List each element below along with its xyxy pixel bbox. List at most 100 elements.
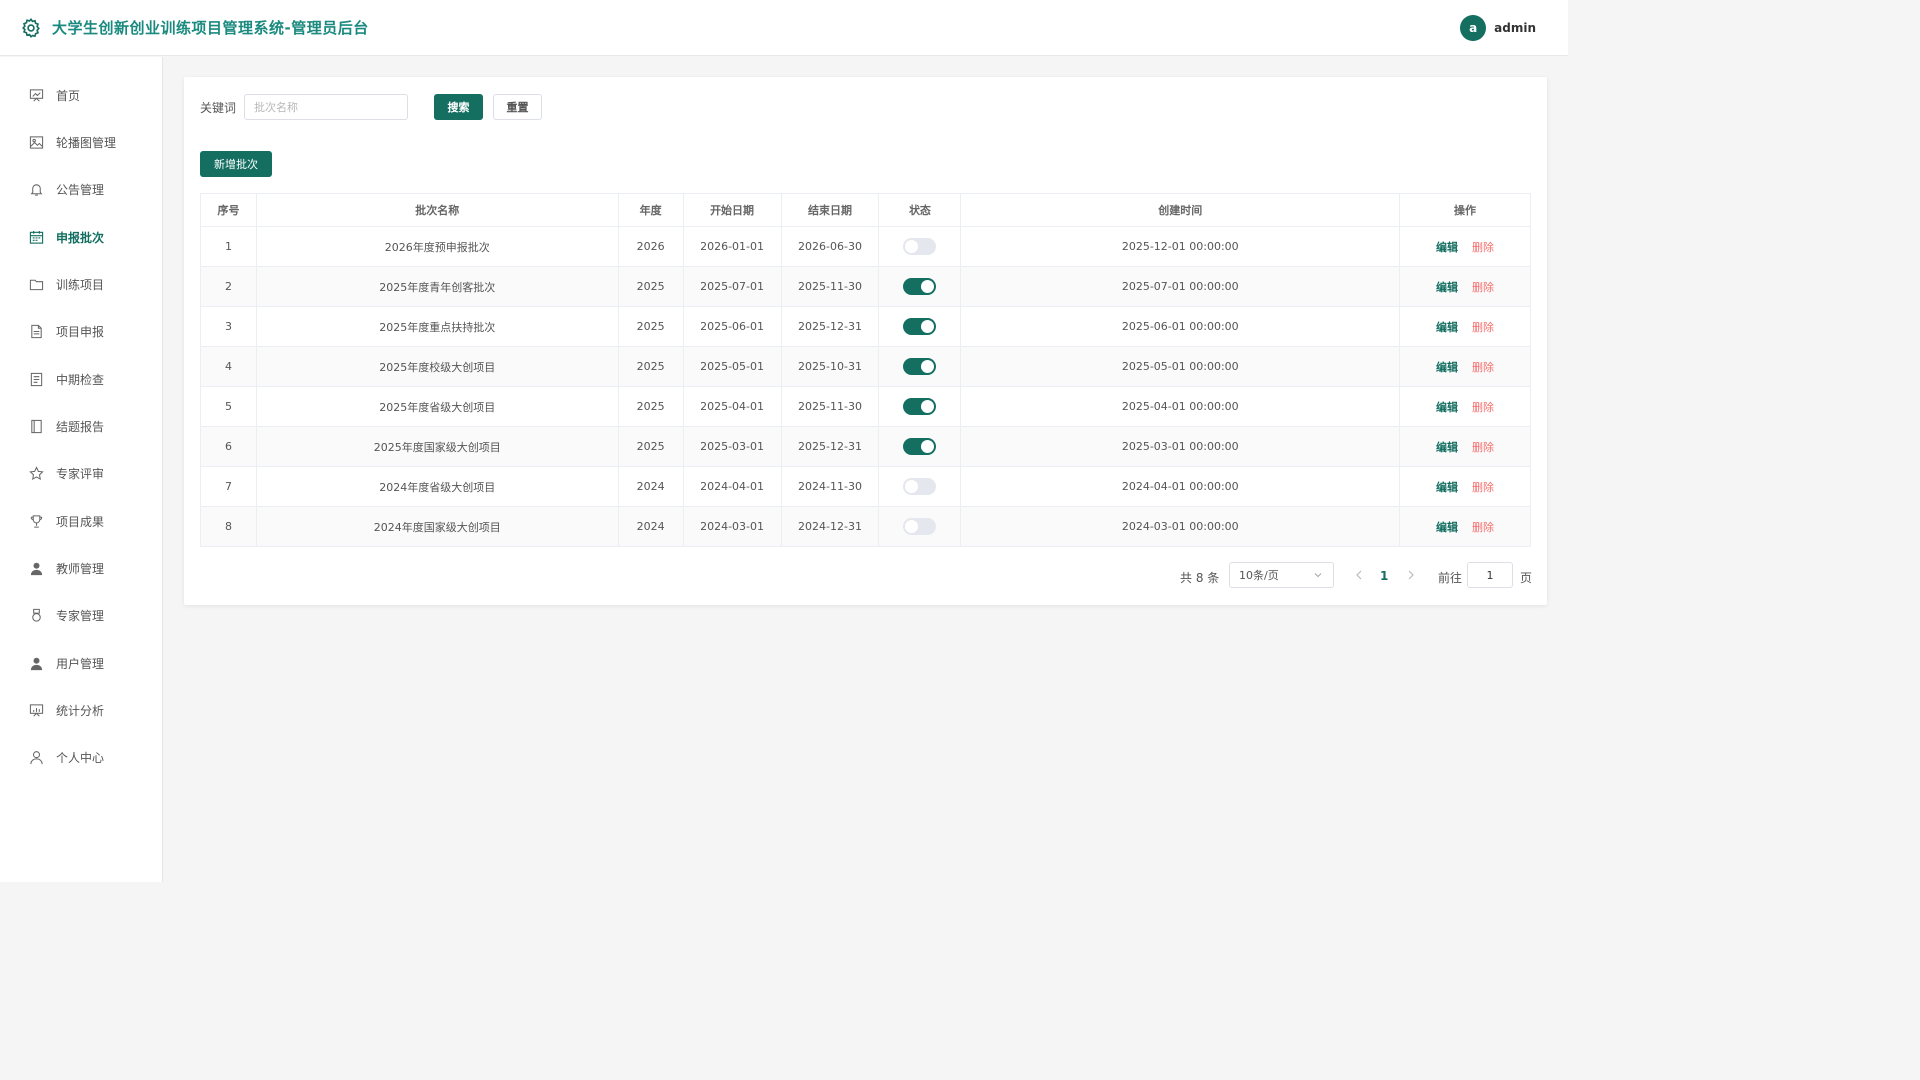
cell-year: 2024	[617, 466, 684, 507]
chevron-left-icon[interactable]	[1352, 567, 1366, 583]
sidebar-item-achievements[interactable]: 项目成果	[0, 501, 162, 541]
delete-link[interactable]: 删除	[1472, 521, 1494, 534]
column-header-actions: 操作	[1399, 193, 1531, 227]
sidebar-item-label: 教师管理	[56, 561, 105, 576]
top-header: 大学生创新创业训练项目管理系统-管理员后台 a admin	[0, 0, 1568, 56]
status-toggle[interactable]	[903, 438, 937, 455]
edit-link[interactable]: 编辑	[1436, 441, 1458, 454]
cell-year: 2025	[617, 386, 684, 427]
delete-link[interactable]: 删除	[1472, 401, 1494, 414]
user-filled-icon	[28, 560, 44, 576]
column-header-year: 年度	[617, 193, 684, 227]
sidebar-item-batches[interactable]: 申报批次	[0, 217, 162, 257]
status-toggle[interactable]	[903, 358, 937, 375]
table-row: 4 2025年度校级大创项目 2025 2025-05-01 2025-10-3…	[200, 346, 1531, 387]
search-button[interactable]: 搜索	[434, 94, 483, 120]
table-row: 1 2026年度预申报批次 2026 2026-01-01 2026-06-30…	[200, 226, 1531, 267]
cell-end-date: 2025-11-30	[780, 266, 880, 307]
edit-link[interactable]: 编辑	[1436, 481, 1458, 494]
cell-name: 2025年度重点扶持批次	[255, 306, 619, 347]
edit-link[interactable]: 编辑	[1436, 521, 1458, 534]
cell-end-date: 2024-11-30	[780, 466, 880, 507]
sidebar-item-profile[interactable]: 个人中心	[0, 737, 162, 777]
edit-link[interactable]: 编辑	[1436, 321, 1458, 334]
page-size-select[interactable]: 10条/页	[1229, 562, 1334, 588]
cell-status	[878, 346, 962, 387]
reset-button[interactable]: 重置	[493, 94, 542, 120]
goto-page-input[interactable]	[1467, 562, 1513, 588]
cell-actions: 编辑 删除	[1399, 226, 1531, 267]
avatar[interactable]: a	[1460, 15, 1487, 41]
sidebar-item-applications[interactable]: 项目申报	[0, 311, 162, 351]
delete-link[interactable]: 删除	[1472, 241, 1494, 254]
delete-link[interactable]: 删除	[1472, 321, 1494, 334]
cell-status	[878, 466, 962, 507]
user-menu[interactable]: a admin	[1460, 15, 1536, 41]
sidebar-item-label: 中期检查	[56, 372, 105, 387]
sidebar-item-expert-review[interactable]: 专家评审	[0, 453, 162, 493]
status-toggle[interactable]	[903, 318, 937, 335]
sidebar-item-notices[interactable]: 公告管理	[0, 169, 162, 209]
toggle-knob	[921, 360, 935, 373]
cell-year: 2026	[617, 226, 684, 267]
app-title: 大学生创新创业训练项目管理系统-管理员后台	[52, 19, 369, 37]
status-toggle[interactable]	[903, 478, 937, 495]
delete-link[interactable]: 删除	[1472, 361, 1494, 374]
add-batch-button[interactable]: 新增批次	[200, 151, 272, 177]
sidebar-item-teachers[interactable]: 教师管理	[0, 548, 162, 588]
sidebar-item-users[interactable]: 用户管理	[0, 643, 162, 683]
cell-index: 8	[200, 506, 257, 547]
edit-link[interactable]: 编辑	[1436, 361, 1458, 374]
cell-name: 2024年度省级大创项目	[255, 466, 619, 507]
cell-actions: 编辑 删除	[1399, 386, 1531, 427]
cell-name: 2025年度青年创客批次	[255, 266, 619, 307]
delete-link[interactable]: 删除	[1472, 441, 1494, 454]
sidebar-item-label: 轮播图管理	[56, 135, 117, 150]
edit-link[interactable]: 编辑	[1436, 241, 1458, 254]
toggle-knob	[905, 480, 919, 493]
status-toggle[interactable]	[903, 398, 937, 415]
cell-end-date: 2025-12-31	[780, 426, 880, 467]
delete-link[interactable]: 删除	[1472, 481, 1494, 494]
cell-end-date: 2025-11-30	[780, 386, 880, 427]
table-row: 3 2025年度重点扶持批次 2025 2025-06-01 2025-12-3…	[200, 306, 1531, 347]
page-size-value: 10条/页	[1239, 569, 1279, 582]
sidebar-item-label: 用户管理	[56, 656, 105, 671]
sidebar-item-experts[interactable]: 专家管理	[0, 595, 162, 635]
status-toggle[interactable]	[903, 278, 937, 295]
keyword-input[interactable]	[244, 94, 408, 120]
edit-link[interactable]: 编辑	[1436, 281, 1458, 294]
cell-year: 2025	[617, 266, 684, 307]
cell-year: 2024	[617, 506, 684, 547]
username[interactable]: admin	[1494, 21, 1536, 35]
cell-actions: 编辑 删除	[1399, 306, 1531, 347]
bell-icon	[28, 181, 44, 197]
status-toggle[interactable]	[903, 518, 937, 535]
toggle-knob	[921, 440, 935, 453]
cell-actions: 编辑 删除	[1399, 466, 1531, 507]
sidebar-item-projects[interactable]: 训练项目	[0, 264, 162, 304]
cell-end-date: 2025-12-31	[780, 306, 880, 347]
cell-name: 2025年度国家级大创项目	[255, 426, 619, 467]
chevron-right-icon[interactable]	[1404, 567, 1418, 583]
cell-status	[878, 226, 962, 267]
document-icon	[28, 323, 44, 339]
edit-link[interactable]: 编辑	[1436, 401, 1458, 414]
sidebar-item-label: 统计分析	[56, 703, 105, 718]
delete-link[interactable]: 删除	[1472, 281, 1494, 294]
sidebar-item-statistics[interactable]: 统计分析	[0, 690, 162, 730]
cell-status	[878, 506, 962, 547]
sidebar-item-label: 项目成果	[56, 514, 105, 529]
sidebar-item-carousel[interactable]: 轮播图管理	[0, 122, 162, 162]
toggle-knob	[921, 400, 935, 413]
sidebar-item-home[interactable]: 首页	[0, 75, 162, 115]
status-toggle[interactable]	[903, 238, 937, 255]
sidebar-item-midterm[interactable]: 中期检查	[0, 359, 162, 399]
table-row: 6 2025年度国家级大创项目 2025 2025-03-01 2025-12-…	[200, 426, 1531, 467]
cell-actions: 编辑 删除	[1399, 426, 1531, 467]
cell-created: 2024-04-01 00:00:00	[960, 466, 1401, 507]
sidebar-item-final-report[interactable]: 结题报告	[0, 406, 162, 446]
column-header-name: 批次名称	[255, 193, 619, 227]
table-row: 2 2025年度青年创客批次 2025 2025-07-01 2025-11-3…	[200, 266, 1531, 307]
page-number-current[interactable]: 1	[1380, 569, 1388, 583]
